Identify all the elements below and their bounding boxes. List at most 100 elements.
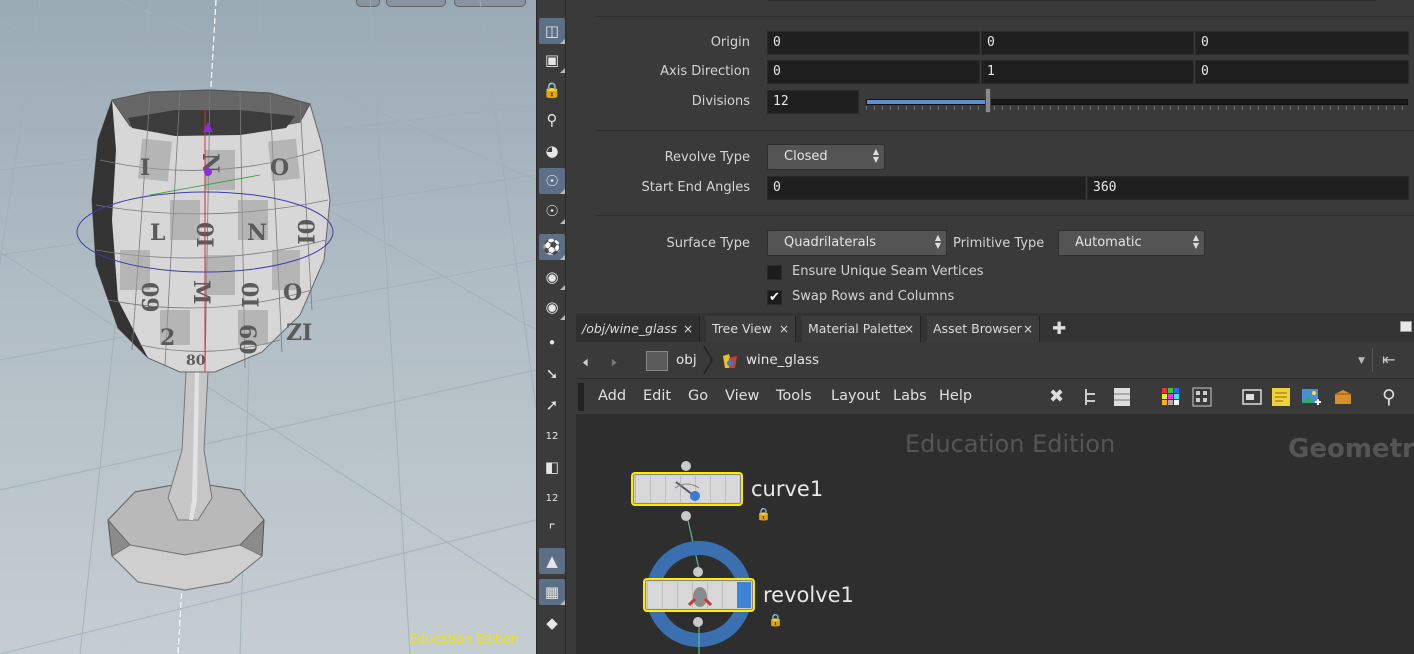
ghost-icon[interactable]: ⚲ [539,107,565,133]
origin-z-field[interactable]: 0 [1195,31,1409,55]
close-icon[interactable]: × [1023,316,1033,342]
display-flag[interactable] [737,582,751,608]
network-editor[interactable]: Education Edition Geometry curve1 🔒 [576,414,1414,654]
node-input-dot[interactable] [681,461,691,471]
ensure-unique-checkbox[interactable] [767,265,782,280]
menu-help[interactable]: Help [939,388,972,404]
revolve-type-menu[interactable]: Closed ▲ ▼ [767,144,885,170]
node-revolve1[interactable] [643,578,755,612]
menu-go[interactable]: Go [688,388,708,404]
close-icon[interactable]: × [904,316,914,342]
point-number-icon[interactable]: 12 [539,423,565,449]
network-menubar: Add Edit Go View Tools Layout Labs Help … [576,378,1414,414]
divisions-slider[interactable] [866,99,1408,105]
divisions-slider-fill [867,100,989,104]
light-bulb-icon[interactable]: ☉ [539,168,565,194]
axis-y-field[interactable]: 1 [981,60,1194,84]
list-view-icon[interactable] [1111,386,1133,408]
node-label[interactable]: revolve1 [763,583,854,607]
pane-splitter[interactable] [566,0,576,654]
pane-tabs: /obj/wine_glass × Tree View × Material P… [576,310,1414,342]
axis-z-field[interactable]: 0 [1195,60,1409,84]
back-arrow-icon[interactable]: 🢐 [582,350,588,379]
primitive-normal-icon[interactable]: ◧ [539,454,565,480]
lock-icon[interactable]: 🔒 [756,507,771,521]
breadcrumb-obj[interactable]: obj [676,346,697,374]
vertex-icon[interactable]: ⌜ [539,517,565,543]
background-image-icon[interactable] [1300,386,1322,408]
shading-icon[interactable]: ⚽ [539,234,565,260]
breadcrumb-wine-glass[interactable]: wine_glass [746,346,819,374]
primitive-number-icon[interactable]: 12 [539,485,565,511]
start-angle-field[interactable]: 0 [767,176,1086,200]
origin-y-field[interactable]: 0 [981,31,1194,55]
menu-add[interactable]: Add [598,388,626,404]
point-display-icon[interactable]: • [539,330,565,356]
end-angle-field[interactable]: 360 [1087,176,1409,200]
network-pane: /obj/wine_glass × Tree View × Material P… [576,310,1414,654]
tab-tree-view[interactable]: Tree View × [706,316,796,342]
color-palette-icon[interactable] [1160,386,1182,408]
uv-icon[interactable]: ◆ [539,610,565,636]
axis-x-field[interactable]: 0 [767,60,980,84]
maximize-pane-icon[interactable] [1400,321,1412,332]
collapse-strip[interactable] [578,383,584,411]
template-icon[interactable]: ◉ [539,294,565,320]
lock-icon[interactable]: 🔒 [768,613,783,627]
search-icon[interactable]: ⚲ [1382,386,1404,408]
origin-label: Origin [710,35,750,50]
geometry-context-icon [723,354,737,368]
node-output-dot[interactable] [681,511,691,521]
menu-tools[interactable]: Tools [776,388,812,404]
pin-icon[interactable]: ⇤ [1382,350,1395,369]
eye-visibility-icon[interactable]: ◉ [539,264,565,290]
vector-display-icon[interactable]: ➚ [539,392,565,418]
viewport-toolbar: ◫ ▣ 🔒 ⚲ ◕ ☉ ☉ ⚽ ◉ ◉ • ➘ ➚ 12 ◧ 12 ⌜ ▲ ▦ … [536,0,566,654]
normal-display-icon[interactable]: ➘ [539,361,565,387]
handle-pivot-icon[interactable] [204,168,212,176]
display-options-icon[interactable]: ▣ [539,47,565,73]
menu-labs[interactable]: Labs [893,388,927,404]
revolve-node-icon [687,587,713,607]
primitive-type-menu[interactable]: Automatic ▲ ▼ [1058,230,1205,256]
sticky-note-icon[interactable] [1270,386,1292,408]
truncated-field[interactable] [768,0,1376,1]
forward-arrow-icon[interactable]: 🢒 [611,350,617,379]
close-icon[interactable]: × [779,316,789,342]
primitive-type-label: Primitive Type [953,236,1045,251]
menu-edit[interactable]: Edit [643,388,671,404]
node-input-dot[interactable] [693,567,703,577]
menu-layout[interactable]: Layout [831,388,880,404]
texture-checker-icon[interactable]: ▦ [539,579,565,605]
close-icon[interactable]: × [683,316,693,342]
tab-network[interactable]: /obj/wine_glass × [576,316,700,342]
network-box-icon[interactable] [1241,386,1263,408]
path-dropdown-icon[interactable]: ▼ [1358,356,1365,366]
separator [596,215,1414,216]
tree-layout-icon[interactable] [1081,386,1103,408]
divisions-field[interactable]: 12 [767,90,859,114]
wrench-icon[interactable]: ✖ [1049,386,1071,408]
tab-asset-browser[interactable]: Asset Browser × [927,316,1040,342]
origin-x-field[interactable]: 0 [767,31,980,55]
asset-box-icon[interactable] [1332,386,1354,408]
node-label[interactable]: curve1 [751,477,823,501]
view-layers-icon[interactable]: ◫ [539,18,565,44]
tab-material-palette[interactable]: Material Palette × [802,316,921,342]
add-tab-icon[interactable]: ✚ [1052,316,1066,342]
swap-rows-checkbox[interactable]: ✔ [767,290,782,305]
slider-ticks [866,106,1408,110]
divisions-slider-handle[interactable] [984,88,991,113]
light-link-icon[interactable]: ☉ [539,198,565,224]
surface-type-menu[interactable]: Quadrilaterals ▲ ▼ [767,230,947,256]
shaded-surface-icon[interactable]: ▲ [539,548,565,574]
menu-view[interactable]: View [725,388,759,404]
scene-viewport[interactable]: N O I L 0I N 0I M O 0I 09 60 2 ZI 80 Edu [0,0,536,654]
lock-camera-icon[interactable]: 🔒 [539,77,565,103]
breadcrumb-separator-icon [703,346,713,374]
node-curve1[interactable] [631,472,743,506]
snapshot-icon[interactable]: ◕ [539,138,565,164]
obj-context-icon [646,351,668,371]
shape-palette-icon[interactable] [1191,386,1213,408]
node-output-dot[interactable] [693,617,703,627]
